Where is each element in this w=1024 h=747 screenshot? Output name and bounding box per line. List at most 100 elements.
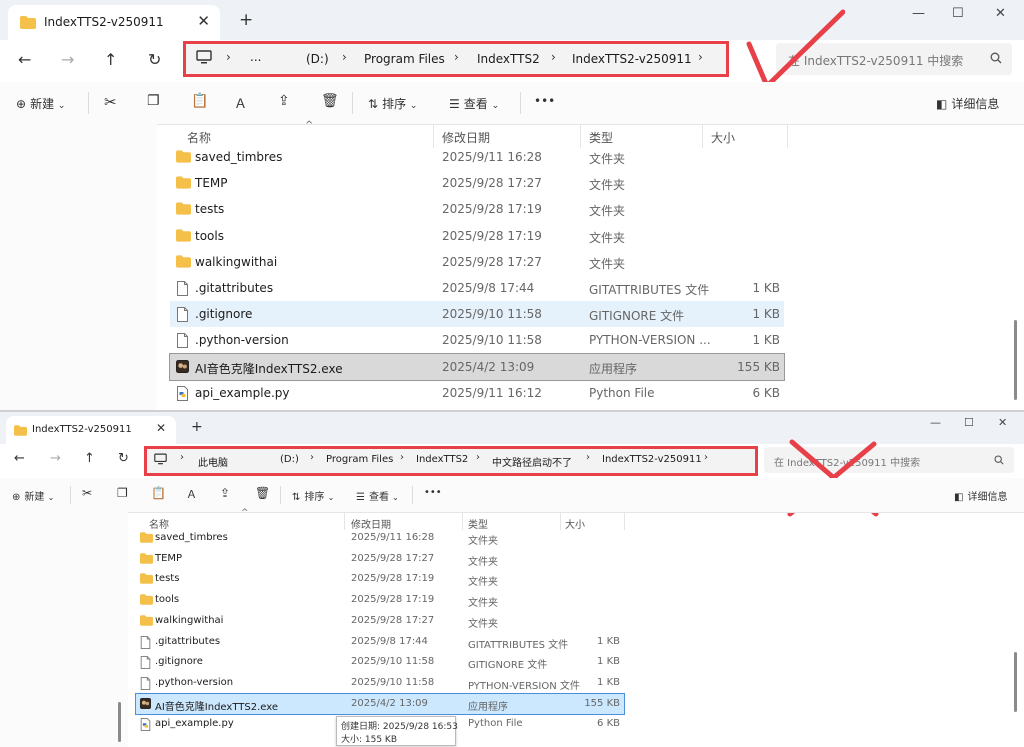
table-row[interactable]: .gitignore 2025/9/10 11:58 GITIGNORE 文件 1 K… xyxy=(136,652,624,673)
new-tab-icon[interactable]: + xyxy=(239,10,253,30)
maximize-icon[interactable]: ☐ xyxy=(964,416,974,429)
file-name: api_example.py xyxy=(195,385,290,400)
table-row[interactable]: .python-version 2025/9/10 11:58 PYTHON-VER… xyxy=(136,673,624,694)
file-name: saved_timbres xyxy=(195,150,283,164)
table-row[interactable]: tests 2025/9/28 17:19 文件夹 xyxy=(136,569,624,590)
file-date: 2025/9/28 17:27 xyxy=(442,254,542,269)
forward-arrow-icon[interactable]: → xyxy=(50,451,61,466)
table-row[interactable]: api_example.py 2025/9/11 16:12 Python File… xyxy=(170,380,784,406)
file-size: 1 KB xyxy=(752,307,780,322)
table-row[interactable]: tools 2025/9/28 17:19 文件夹 xyxy=(136,590,624,611)
back-arrow-icon[interactable]: ← xyxy=(18,50,31,69)
copy-icon[interactable]: ❐ xyxy=(117,486,128,500)
file-type: Python File xyxy=(468,718,523,730)
file-date: 2025/9/28 17:19 xyxy=(351,594,435,606)
tab-folder[interactable]: IndexTTS2-v250911 ✕ xyxy=(8,5,220,40)
copy-icon[interactable]: ❐ xyxy=(147,93,160,109)
folder-icon xyxy=(140,573,153,585)
tab-folder[interactable]: IndexTTS2-v250911 ✕ xyxy=(6,416,176,444)
table-row[interactable]: tools 2025/9/28 17:19 文件夹 xyxy=(170,223,784,249)
up-arrow-icon[interactable]: ↑ xyxy=(84,451,95,466)
table-row[interactable]: saved_timbres 2025/9/11 16:28 文件夹 xyxy=(170,144,784,170)
minimize-icon[interactable]: — xyxy=(912,6,925,21)
rename-icon[interactable]: Ａ xyxy=(186,486,197,502)
more-options-button[interactable]: ••• xyxy=(534,94,555,108)
refresh-icon[interactable]: ↻ xyxy=(118,451,129,466)
table-row[interactable]: walkingwithai 2025/9/28 17:27 文件夹 xyxy=(136,611,624,632)
close-window-icon[interactable]: ✕ xyxy=(995,6,1006,21)
sort-button[interactable]: ⇅ 排序 ⌄ xyxy=(292,488,334,503)
folder-icon xyxy=(176,176,191,189)
view-button[interactable]: ☰ 查看 ⌄ xyxy=(449,95,499,112)
view-icon: ☰ xyxy=(356,492,365,503)
table-row[interactable]: .python-version 2025/9/10 11:58 PYTHON-VER… xyxy=(170,327,784,353)
chevron-down-icon: ⌄ xyxy=(491,101,500,111)
delete-icon[interactable]: 🗑 xyxy=(255,486,270,500)
table-row[interactable]: .gitattributes 2025/9/8 17:44 GITATTRIBUTE… xyxy=(170,275,784,301)
file-name: TEMP xyxy=(195,176,228,191)
cut-icon[interactable]: ✂ xyxy=(104,93,117,111)
file-size: 155 KB xyxy=(584,697,620,709)
file-type: PYTHON-VERSION 文件 xyxy=(468,680,580,692)
table-row[interactable]: TEMP 2025/9/28 17:27 文件夹 xyxy=(170,170,784,196)
file-name: AI音色克隆IndexTTS2.exe xyxy=(155,701,278,713)
file-type: GITIGNORE 文件 xyxy=(468,660,548,672)
file-name: tests xyxy=(195,202,225,217)
scrollbar[interactable] xyxy=(118,702,121,742)
new-button[interactable]: ⊕ 新建 ⌄ xyxy=(16,95,65,112)
refresh-icon[interactable]: ↻ xyxy=(148,50,161,69)
file-type: 文件夹 xyxy=(589,230,626,245)
rename-icon[interactable]: Ａ xyxy=(234,93,247,112)
share-icon[interactable]: ⇪ xyxy=(220,486,230,500)
paste-icon[interactable]: 📋 xyxy=(151,486,166,500)
file-size: 6 KB xyxy=(597,718,620,730)
exe-icon xyxy=(176,359,189,373)
folder-icon xyxy=(14,425,27,436)
details-button[interactable]: ◧ 详细信息 xyxy=(954,488,1007,503)
file-date: 2025/9/28 17:19 xyxy=(442,202,542,217)
share-icon[interactable]: ⇪ xyxy=(278,93,290,109)
folder-icon xyxy=(176,150,191,163)
minimize-icon[interactable]: — xyxy=(930,416,941,429)
file-name: .gitattributes xyxy=(195,281,274,295)
scrollbar[interactable] xyxy=(1014,320,1017,400)
back-arrow-icon[interactable]: ← xyxy=(14,451,25,466)
file-type: 文件夹 xyxy=(589,152,626,166)
more-options-button[interactable]: ••• xyxy=(424,487,442,498)
new-tab-icon[interactable]: + xyxy=(191,419,203,435)
cut-icon[interactable]: ✂ xyxy=(82,486,92,500)
tooltip-size: 大小: 155 KB xyxy=(341,735,398,745)
file-size: 1 KB xyxy=(752,281,780,295)
table-row[interactable]: .gitattributes 2025/9/8 17:44 GITATTRIBUTE… xyxy=(136,632,624,653)
table-row[interactable]: tests 2025/9/28 17:19 文件夹 xyxy=(170,196,784,222)
file-size: 1 KB xyxy=(597,635,620,647)
file-type: 文件夹 xyxy=(468,598,498,610)
sort-ascending-icon: ^ xyxy=(241,508,249,518)
table-row[interactable]: TEMP 2025/9/28 17:27 文件夹 xyxy=(136,549,624,570)
table-row[interactable]: AI音色克隆IndexTTS2.exe 2025/4/2 13:09 应用程序 155… xyxy=(169,352,785,381)
forward-arrow-icon[interactable]: → xyxy=(61,50,74,69)
tooltip-created-date: 创建日期: 2025/9/28 16:53 xyxy=(341,722,458,732)
table-row[interactable]: .gitignore 2025/9/10 11:58 GITIGNORE 文件 1 K… xyxy=(170,301,784,328)
tab-close-icon[interactable]: ✕ xyxy=(156,421,166,435)
scrollbar[interactable] xyxy=(1014,652,1017,712)
table-row[interactable]: saved_timbres 2025/9/11 16:28 文件夹 xyxy=(136,528,624,549)
tab-close-icon[interactable]: ✕ xyxy=(197,12,210,30)
details-button[interactable]: ◧ 详细信息 xyxy=(936,95,999,112)
file-name: .python-version xyxy=(195,333,289,348)
folder-icon xyxy=(20,16,36,29)
up-arrow-icon[interactable]: ↑ xyxy=(104,50,117,69)
close-window-icon[interactable]: ✕ xyxy=(998,416,1007,429)
new-button[interactable]: ⊕ 新建 ⌄ xyxy=(12,488,54,503)
sort-button[interactable]: ⇅ 排序 ⌄ xyxy=(368,95,417,112)
chevron-down-icon: ⌄ xyxy=(392,493,399,502)
delete-icon[interactable]: 🗑 xyxy=(321,93,339,109)
file-type: 应用程序 xyxy=(589,361,638,376)
view-button[interactable]: ☰ 查看 ⌄ xyxy=(356,488,399,503)
file-list: 名称 ^ 修改日期 类型 大小 saved_timbres 2025/9/11 1… xyxy=(169,120,790,410)
table-row[interactable]: walkingwithai 2025/9/28 17:27 文件夹 xyxy=(170,249,784,275)
table-row[interactable]: AI音色克隆IndexTTS2.exe 2025/4/2 13:09 应用程序 155… xyxy=(135,692,625,716)
paste-icon[interactable]: 📋 xyxy=(191,93,208,109)
file-date: 2025/9/11 16:12 xyxy=(442,385,542,400)
maximize-icon[interactable]: ☐ xyxy=(952,6,964,21)
